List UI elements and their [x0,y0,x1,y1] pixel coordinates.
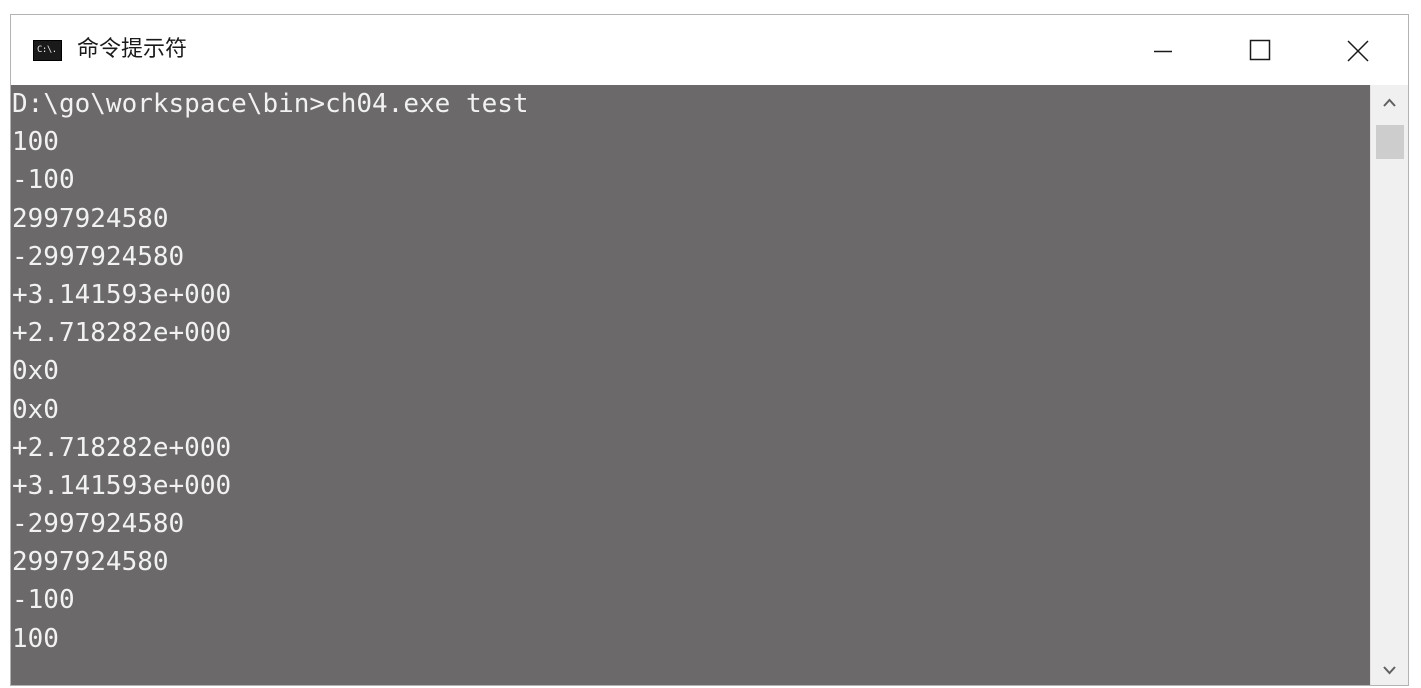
maximize-button[interactable] [1210,15,1306,85]
cmd-icon[interactable]: C:\. [33,40,62,61]
console-line: 0x0 [12,394,59,425]
console-line: 2997924580 [12,203,169,234]
console-lines: D:\go\workspace\bin>ch04.exe test 100 -1… [11,85,1370,658]
minimize-button[interactable] [1114,15,1210,85]
console-line: +3.141593e+000 [12,279,232,310]
console-line: +2.718282e+000 [12,318,232,349]
chevron-up-icon [1383,98,1396,107]
console-line: -2997924580 [12,241,185,272]
cmd-icon-text: C:\. [37,45,57,55]
close-icon [1347,40,1369,62]
close-button[interactable] [1306,15,1402,85]
console-line: 2997924580 [12,547,169,578]
console-line: D:\go\workspace\bin>ch04.exe test [12,89,529,119]
scroll-up-button[interactable] [1371,85,1408,119]
scroll-down-button[interactable] [1371,653,1408,685]
title-bar[interactable]: C:\. 命令提示符 [11,15,1408,85]
console-line: +3.141593e+000 [12,470,232,501]
window-title: 命令提示符 [77,37,188,62]
minimize-icon [1154,50,1172,53]
console-line: -100 [12,585,75,616]
console-line: 100 [12,127,59,158]
vertical-scrollbar[interactable] [1370,85,1408,685]
console-line: 100 [12,623,59,654]
console-output[interactable]: D:\go\workspace\bin>ch04.exe test 100 -1… [11,85,1370,685]
console-line: -100 [12,165,75,196]
console-line: -2997924580 [12,509,185,540]
console-line: 0x0 [12,356,59,387]
scroll-thumb[interactable] [1376,125,1404,159]
console-line: +2.718282e+000 [12,432,232,463]
maximize-icon [1249,39,1271,61]
cmd-window: C:\. 命令提示符 D:\go\workspace\bin>ch04.exe … [10,14,1409,686]
chevron-down-icon [1383,666,1396,675]
